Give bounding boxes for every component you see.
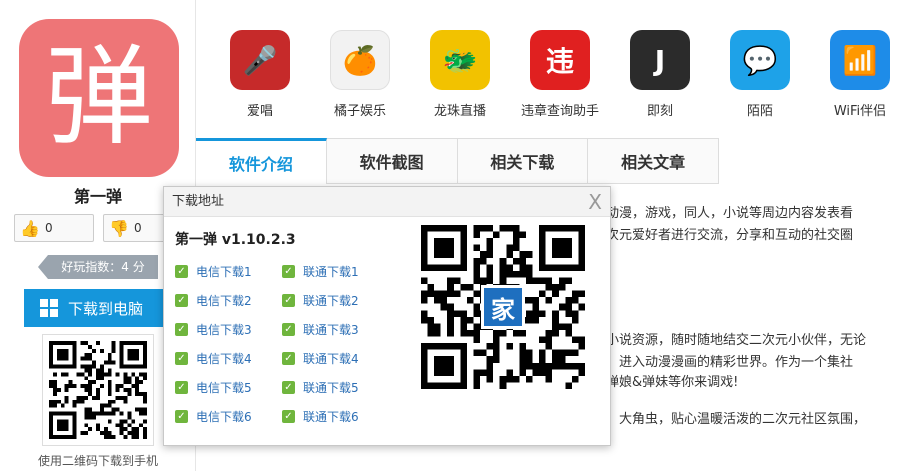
download-to-pc-button[interactable]: 下载到电脑 — [24, 289, 174, 327]
related-app-5[interactable]: J 即刻 — [610, 30, 710, 119]
traffic-icon: 违 — [530, 30, 590, 90]
description-line: 动漫，游戏，同人，小说等周边内容发表看 — [606, 206, 854, 221]
microphone-icon: 🎤 — [230, 30, 290, 90]
up-vote-count: 0 — [45, 221, 53, 235]
download-link-telecom-5[interactable]: ✓ 电信下载5 — [175, 373, 252, 402]
download-to-pc-label: 下载到电脑 — [68, 299, 144, 318]
qr-caption: 使用二维码下载到手机 — [37, 454, 158, 468]
description-line: 小说资源，随时随地结交二次元小伙伴，无论 — [606, 333, 867, 348]
tab-screenshots[interactable]: 软件截图 — [326, 138, 458, 184]
related-app-label: 爱唱 — [246, 104, 273, 119]
related-app-1[interactable]: 🎤 爱唱 — [210, 30, 310, 119]
download-link-label: 联通下载2 — [303, 294, 359, 308]
related-app-6[interactable]: 💬 陌陌 — [710, 30, 810, 119]
check-icon: ✓ — [282, 323, 295, 336]
related-app-7[interactable]: 📶 WiFi伴侣 — [810, 30, 909, 119]
related-app-label: 龙珠直播 — [433, 104, 486, 119]
related-app-label: 陌陌 — [746, 104, 773, 119]
download-link-telecom-2[interactable]: ✓ 电信下载2 — [175, 286, 252, 315]
dialog-header: 下载地址 X — [164, 187, 610, 217]
content-tabs: 软件介绍 软件截图 相关下载 相关文章 — [196, 138, 719, 184]
download-link-unicom-3[interactable]: ✓ 联通下载3 — [282, 315, 359, 344]
related-app-4[interactable]: 违 违章查询助手 — [510, 30, 610, 119]
check-icon: ✓ — [282, 410, 295, 423]
check-icon: ✓ — [282, 265, 295, 278]
version-title: 第一弹 v1.10.2.3 — [175, 232, 296, 248]
download-link-label: 电信下载2 — [196, 294, 252, 308]
jike-icon: J — [630, 30, 690, 90]
download-link-telecom-6[interactable]: ✓ 电信下载6 — [175, 402, 252, 431]
check-icon: ✓ — [175, 410, 188, 423]
description-line: ，进入动漫漫画的精彩世界。作为一个集社 — [606, 355, 854, 370]
thumbs-up-icon: 👍 — [20, 218, 40, 238]
qr-logo: 家 — [481, 285, 525, 329]
download-link-telecom-3[interactable]: ✓ 电信下载3 — [175, 315, 252, 344]
download-link-unicom-5[interactable]: ✓ 联通下载5 — [282, 373, 359, 402]
dialog-title: 下载地址 — [172, 194, 225, 209]
unicom-download-list: ✓ 联通下载1 ✓ 联通下载2 ✓ 联通下载3 ✓ 联通下载4 ✓ 联通下载5 ✓ 联通下载… — [282, 257, 359, 431]
related-app-label: WiFi伴侣 — [833, 104, 887, 119]
check-icon: ✓ — [175, 323, 188, 336]
download-link-unicom-6[interactable]: ✓ 联通下载6 — [282, 402, 359, 431]
related-apps-strip: 🎤 爱唱 🍊 橘子娱乐 🐲 龙珠直播 违 违章查询助手 J 即刻 💬 陌陌 📶 … — [210, 30, 909, 130]
download-dialog: 下载地址 X 第一弹 v1.10.2.3 ✓ 电信下载1 ✓ 电信下载2 ✓ 电信下载… — [163, 186, 611, 446]
check-icon: ✓ — [175, 381, 188, 394]
wifi-icon: 📶 — [830, 30, 890, 90]
download-link-label: 联通下载5 — [303, 381, 359, 395]
tab-related-downloads[interactable]: 相关下载 — [457, 138, 589, 184]
download-link-label: 电信下载4 — [196, 352, 252, 366]
related-app-2[interactable]: 🍊 橘子娱乐 — [310, 30, 410, 119]
download-link-unicom-1[interactable]: ✓ 联通下载1 — [282, 257, 359, 286]
telecom-download-list: ✓ 电信下载1 ✓ 电信下载2 ✓ 电信下载3 ✓ 电信下载4 ✓ 电信下载5 ✓ 电信下载… — [175, 257, 252, 431]
mobile-qr-code — [42, 334, 154, 446]
related-app-label: 违章查询助手 — [520, 104, 599, 119]
tab-introduction[interactable]: 软件介绍 — [196, 138, 327, 184]
thumbs-up-button[interactable]: 👍 0 — [14, 214, 94, 242]
description-line: 次元爱好者进行交流，分享和互动的社交圈 — [606, 228, 854, 243]
down-vote-count: 0 — [134, 221, 142, 235]
related-app-label: 即刻 — [646, 104, 673, 119]
download-link-label: 联通下载6 — [303, 410, 359, 424]
check-icon: ✓ — [175, 265, 188, 278]
related-app-label: 橘子娱乐 — [333, 104, 386, 119]
related-app-3[interactable]: 🐲 龙珠直播 — [410, 30, 510, 119]
momo-icon: 💬 — [730, 30, 790, 90]
description-line: 弹娘&弹妹等你来调戏! — [606, 375, 739, 390]
download-link-unicom-2[interactable]: ✓ 联通下载2 — [282, 286, 359, 315]
check-icon: ✓ — [175, 352, 188, 365]
windows-icon — [40, 299, 58, 317]
check-icon: ✓ — [282, 294, 295, 307]
score-badge: 好玩指数：4 分 — [38, 255, 158, 279]
download-link-label: 联通下载4 — [303, 352, 359, 366]
check-icon: ✓ — [175, 294, 188, 307]
download-link-label: 电信下载1 — [196, 265, 252, 279]
dragon-icon: 🐲 — [430, 30, 490, 90]
thumbs-down-icon: 👎 — [109, 218, 129, 238]
app-icon: 弹 — [19, 19, 179, 177]
app-icon-glyph: 弹 — [44, 35, 153, 160]
orange-icon: 🍊 — [330, 30, 390, 90]
download-link-label: 电信下载3 — [196, 323, 252, 337]
download-link-telecom-4[interactable]: ✓ 电信下载4 — [175, 344, 252, 373]
check-icon: ✓ — [282, 352, 295, 365]
download-link-label: 电信下载5 — [196, 381, 252, 395]
description-line: ，大角虫，贴心温暖活泼的二次元社区氛围， — [606, 412, 867, 427]
download-link-label: 联通下载1 — [303, 265, 359, 279]
download-link-telecom-1[interactable]: ✓ 电信下载1 — [175, 257, 252, 286]
download-qr-code: 家 — [421, 225, 585, 389]
download-link-label: 联通下载3 — [303, 323, 359, 337]
tab-related-articles[interactable]: 相关文章 — [588, 138, 719, 184]
check-icon: ✓ — [282, 381, 295, 394]
download-link-unicom-4[interactable]: ✓ 联通下载4 — [282, 344, 359, 373]
download-link-label: 电信下载6 — [196, 410, 252, 424]
close-icon[interactable]: X — [588, 187, 602, 217]
